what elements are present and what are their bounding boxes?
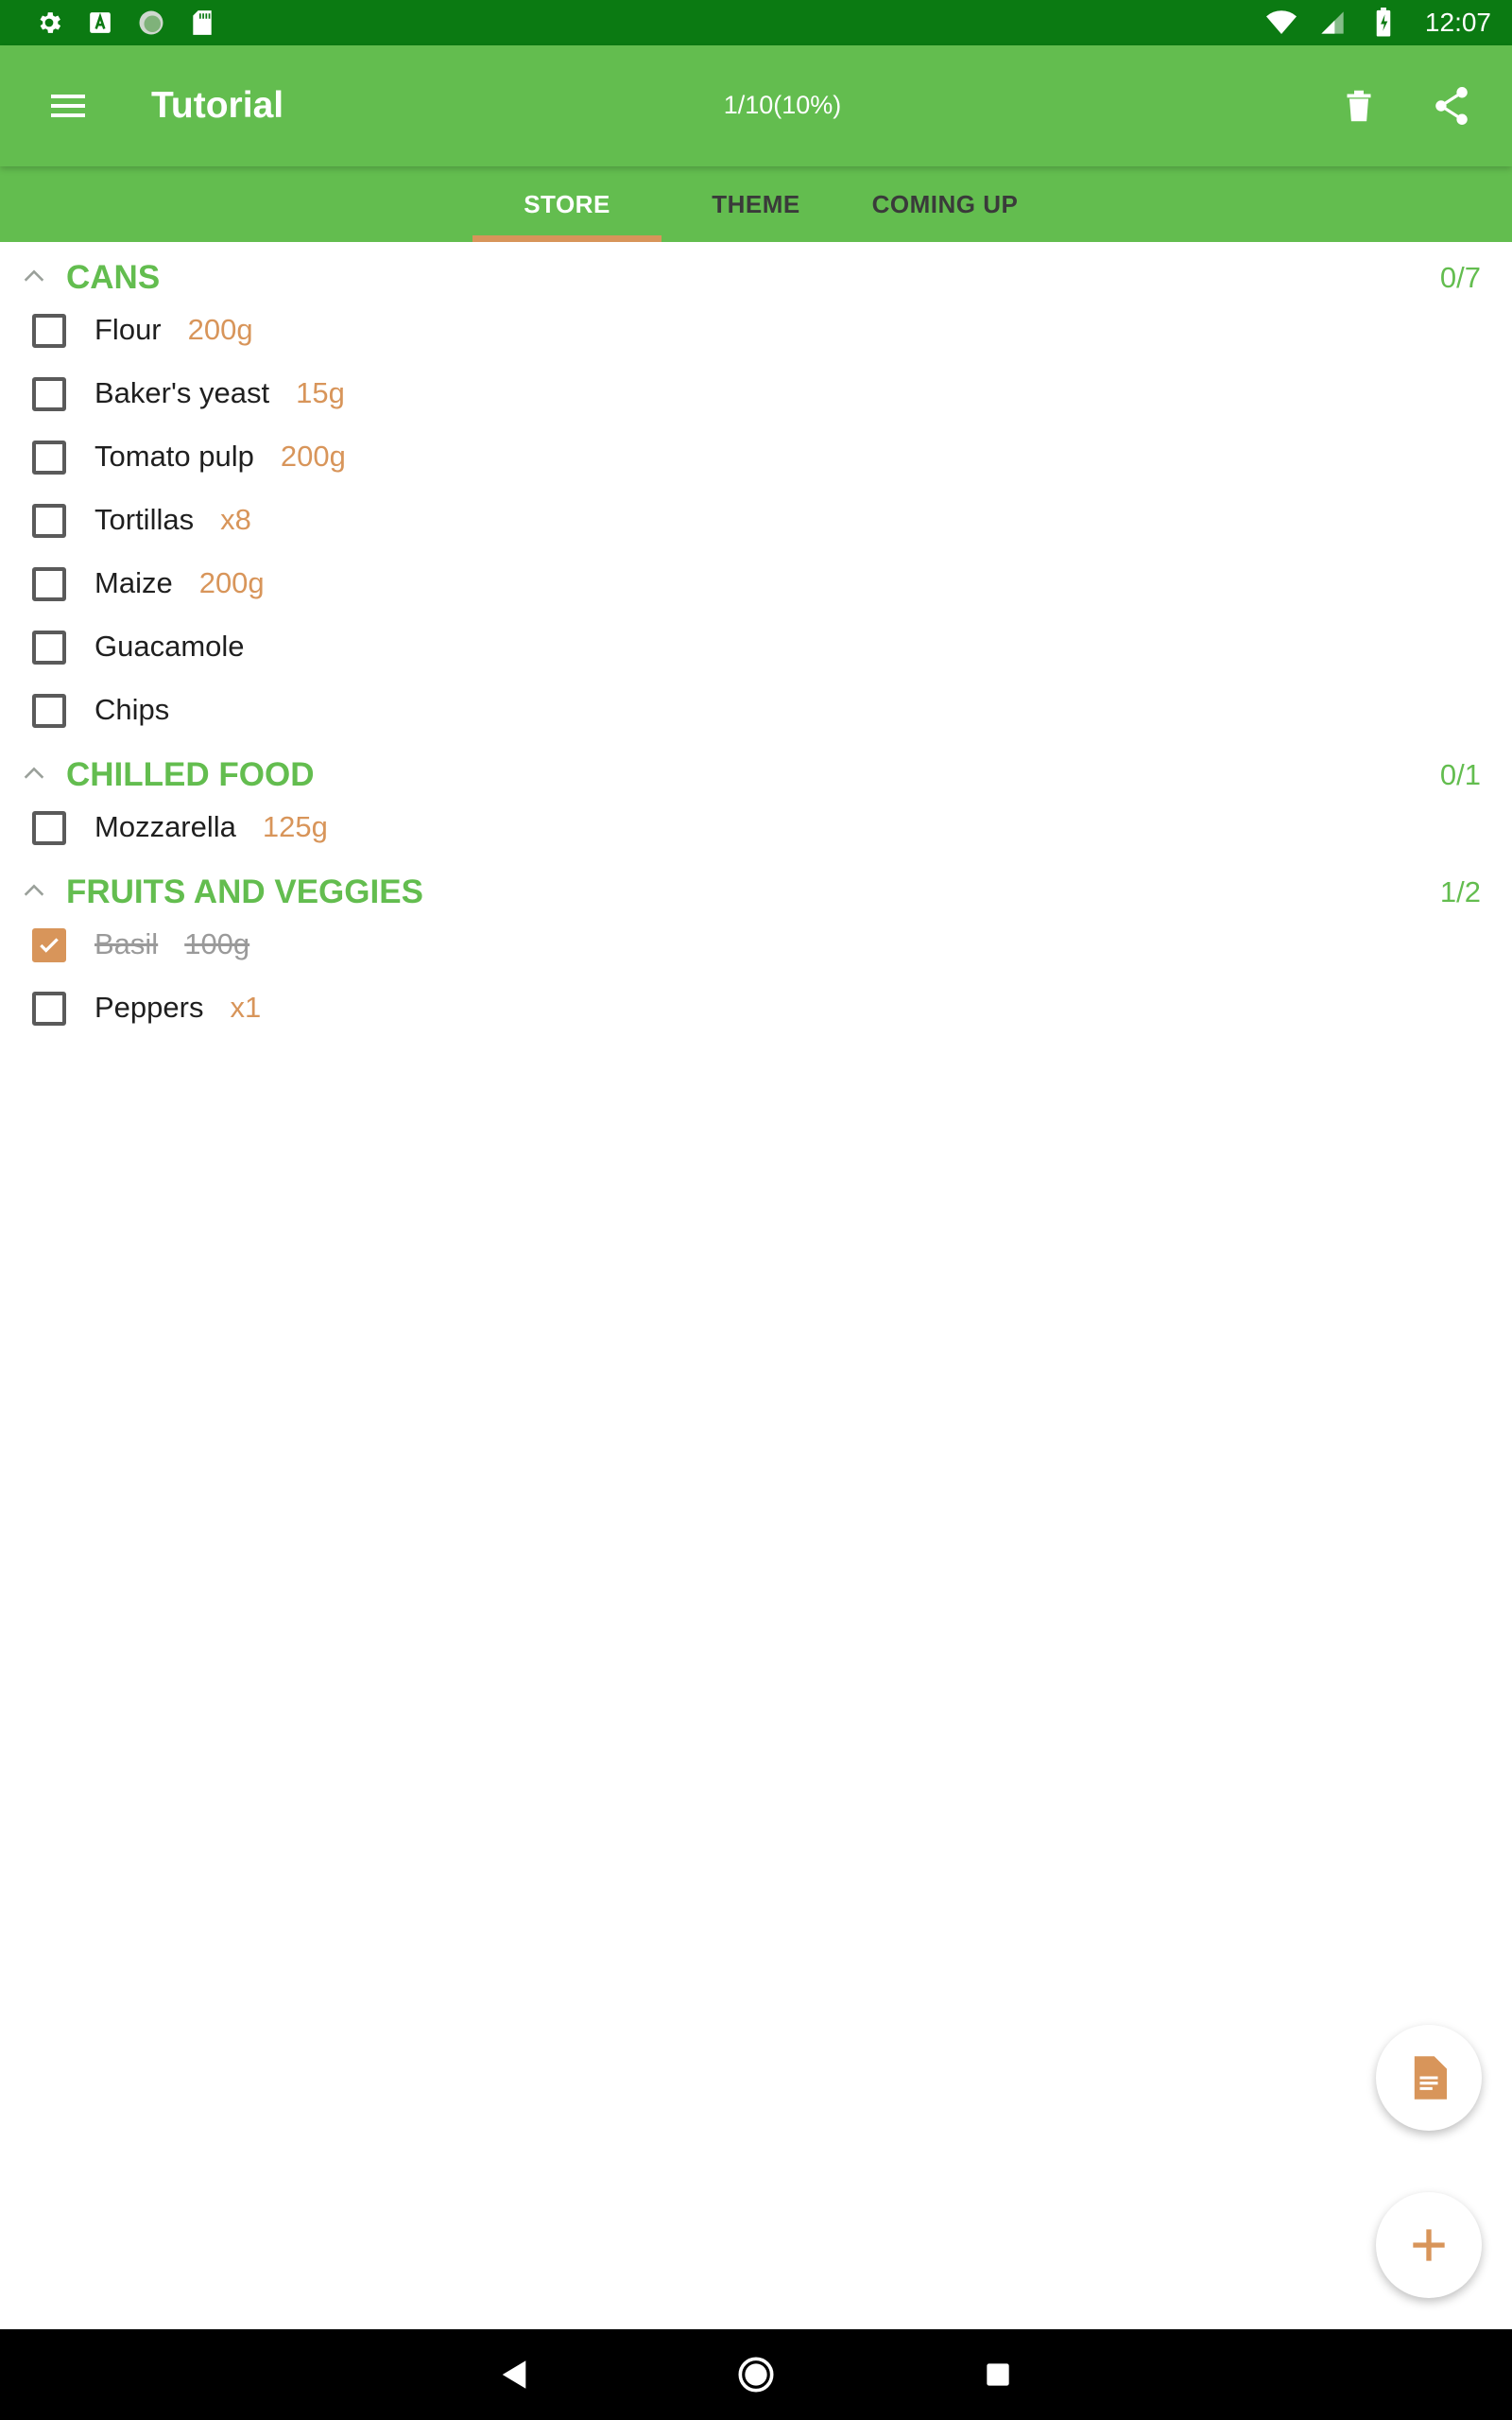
list-item[interactable]: Guacamole [0, 616, 1512, 679]
item-checkbox[interactable] [32, 377, 66, 411]
item-name: Tortillas [94, 503, 195, 536]
item-name: Tomato pulp [94, 440, 254, 473]
list-item[interactable]: Flour 200g [0, 300, 1512, 362]
section-header-fruits-and-veggies[interactable]: FRUITS AND VEGGIES 1/2 [0, 860, 1512, 921]
item-quantity: 125g [262, 810, 328, 843]
item-checkbox[interactable] [32, 567, 66, 601]
chevron-up-icon [24, 767, 44, 779]
item-name: Guacamole [94, 630, 245, 663]
section-title: FRUITS AND VEGGIES [66, 873, 423, 910]
list-item[interactable]: Baker's yeast 15g [0, 363, 1512, 425]
tab-coming-up[interactable]: COMING UP [850, 166, 1040, 242]
trash-icon [1347, 90, 1371, 122]
item-name: Mozzarella [94, 810, 236, 843]
item-name: Flour [94, 313, 162, 346]
chevron-up-icon [24, 884, 44, 896]
navigation-bar [0, 2329, 1512, 2420]
notes-fab-button[interactable] [1376, 2025, 1482, 2131]
section-count: 1/2 [1439, 875, 1481, 908]
list-item[interactable]: Mozzarella 125g [0, 797, 1512, 859]
check-icon [40, 938, 59, 953]
wifi-icon [1265, 8, 1297, 38]
item-checkbox[interactable] [32, 992, 66, 1026]
item-checkbox[interactable] [32, 441, 66, 475]
home-icon [738, 2357, 774, 2393]
item-checkbox[interactable] [32, 694, 66, 728]
list-item[interactable]: Tortillas x8 [0, 490, 1512, 552]
tab-bar: STORE THEME COMING UP [0, 166, 1512, 242]
list-item[interactable]: Chips [0, 680, 1512, 742]
tab-theme[interactable]: THEME [662, 166, 850, 242]
share-icon [1435, 87, 1468, 125]
item-quantity: 200g [280, 440, 346, 473]
recents-button[interactable] [975, 2352, 1021, 2397]
item-quantity: 200g [187, 313, 253, 346]
item-quantity: x1 [230, 991, 262, 1024]
item-name: Baker's yeast [94, 376, 270, 409]
home-button[interactable] [733, 2352, 779, 2397]
delete-button[interactable] [1332, 79, 1385, 132]
item-name: Maize [94, 566, 173, 599]
list-item[interactable]: Maize 200g [0, 553, 1512, 615]
section-count: 0/1 [1439, 758, 1481, 791]
section-header-chilled-food[interactable]: CHILLED FOOD 0/1 [0, 743, 1512, 804]
progress-counter: 1/10(10%) [723, 91, 842, 119]
add-item-fab-button[interactable] [1376, 2192, 1482, 2298]
item-quantity: 15g [296, 376, 345, 409]
status-time: 12:07 [1424, 8, 1491, 37]
share-button[interactable] [1425, 79, 1478, 132]
item-checkbox[interactable] [32, 811, 66, 845]
battery-charging-icon [1368, 8, 1399, 38]
item-checkbox[interactable] [32, 504, 66, 538]
item-quantity: 100g [184, 927, 250, 960]
circle-app-icon [136, 8, 166, 38]
document-icon [1414, 2056, 1447, 2100]
plus-icon [1413, 2229, 1445, 2261]
item-quantity: x8 [220, 503, 251, 536]
settings-icon [34, 8, 64, 38]
list-item[interactable]: Tomato pulp 200g [0, 426, 1512, 489]
recents-icon [987, 2363, 1009, 2386]
item-checkbox[interactable] [32, 631, 66, 665]
item-name: Peppers [94, 991, 204, 1024]
item-quantity: 200g [198, 566, 265, 599]
section-count: 0/7 [1439, 261, 1481, 294]
section-header-cans[interactable]: CANS 0/7 [0, 246, 1512, 306]
back-icon [502, 2360, 526, 2389]
app-bar: Tutorial 1/10(10%) [0, 45, 1512, 166]
section-title: CANS [66, 259, 161, 296]
signal-icon [1317, 8, 1348, 38]
status-bar: 12:07 [0, 0, 1512, 45]
list-item[interactable]: Peppers x1 [0, 977, 1512, 1040]
a-box-icon [85, 8, 115, 38]
back-button[interactable] [491, 2352, 537, 2397]
chevron-up-icon [24, 269, 44, 282]
item-checkbox[interactable] [32, 314, 66, 348]
sd-card-icon [187, 8, 217, 38]
section-title: CHILLED FOOD [66, 756, 315, 793]
list-item[interactable]: Basil 100g [0, 914, 1512, 977]
item-name: Chips [94, 693, 170, 726]
tab-store[interactable]: STORE [472, 166, 662, 242]
item-name: Basil [94, 927, 159, 960]
item-checkbox-checked[interactable] [32, 928, 66, 962]
